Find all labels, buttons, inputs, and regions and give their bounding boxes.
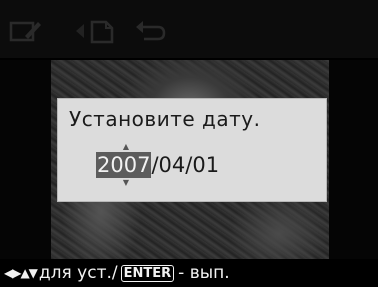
month-field[interactable]: 04 <box>159 152 186 178</box>
adjust-hint: для уст./ <box>38 263 118 283</box>
decrement-arrow-icon[interactable]: ▼ <box>120 179 132 187</box>
increment-arrow-icon[interactable]: ▲ <box>120 143 132 151</box>
date-field: 2007 / 04 / 01 <box>96 152 219 178</box>
direction-arrows-icon: ◀▶▲▼ <box>4 266 38 280</box>
help-bar: ◀▶▲▼ для уст./ ENTER - вып. <box>0 259 378 287</box>
toolbar <box>0 0 378 58</box>
set-date-dialog: Установите дату. ▲ 2007 / 04 / 01 ▼ <box>57 98 327 202</box>
undo-icon[interactable] <box>132 18 168 44</box>
document-icon[interactable] <box>72 18 120 44</box>
day-field[interactable]: 01 <box>192 152 219 178</box>
photo-border-left <box>0 60 51 277</box>
enter-key-badge: ENTER <box>120 264 175 282</box>
photo-border-right <box>329 60 378 277</box>
year-field[interactable]: 2007 <box>96 152 152 178</box>
date-separator: / <box>151 153 159 177</box>
pen-edit-icon[interactable] <box>8 18 44 44</box>
date-separator: / <box>185 153 193 177</box>
confirm-hint: - вып. <box>178 263 230 283</box>
dialog-title: Установите дату. <box>69 107 261 131</box>
